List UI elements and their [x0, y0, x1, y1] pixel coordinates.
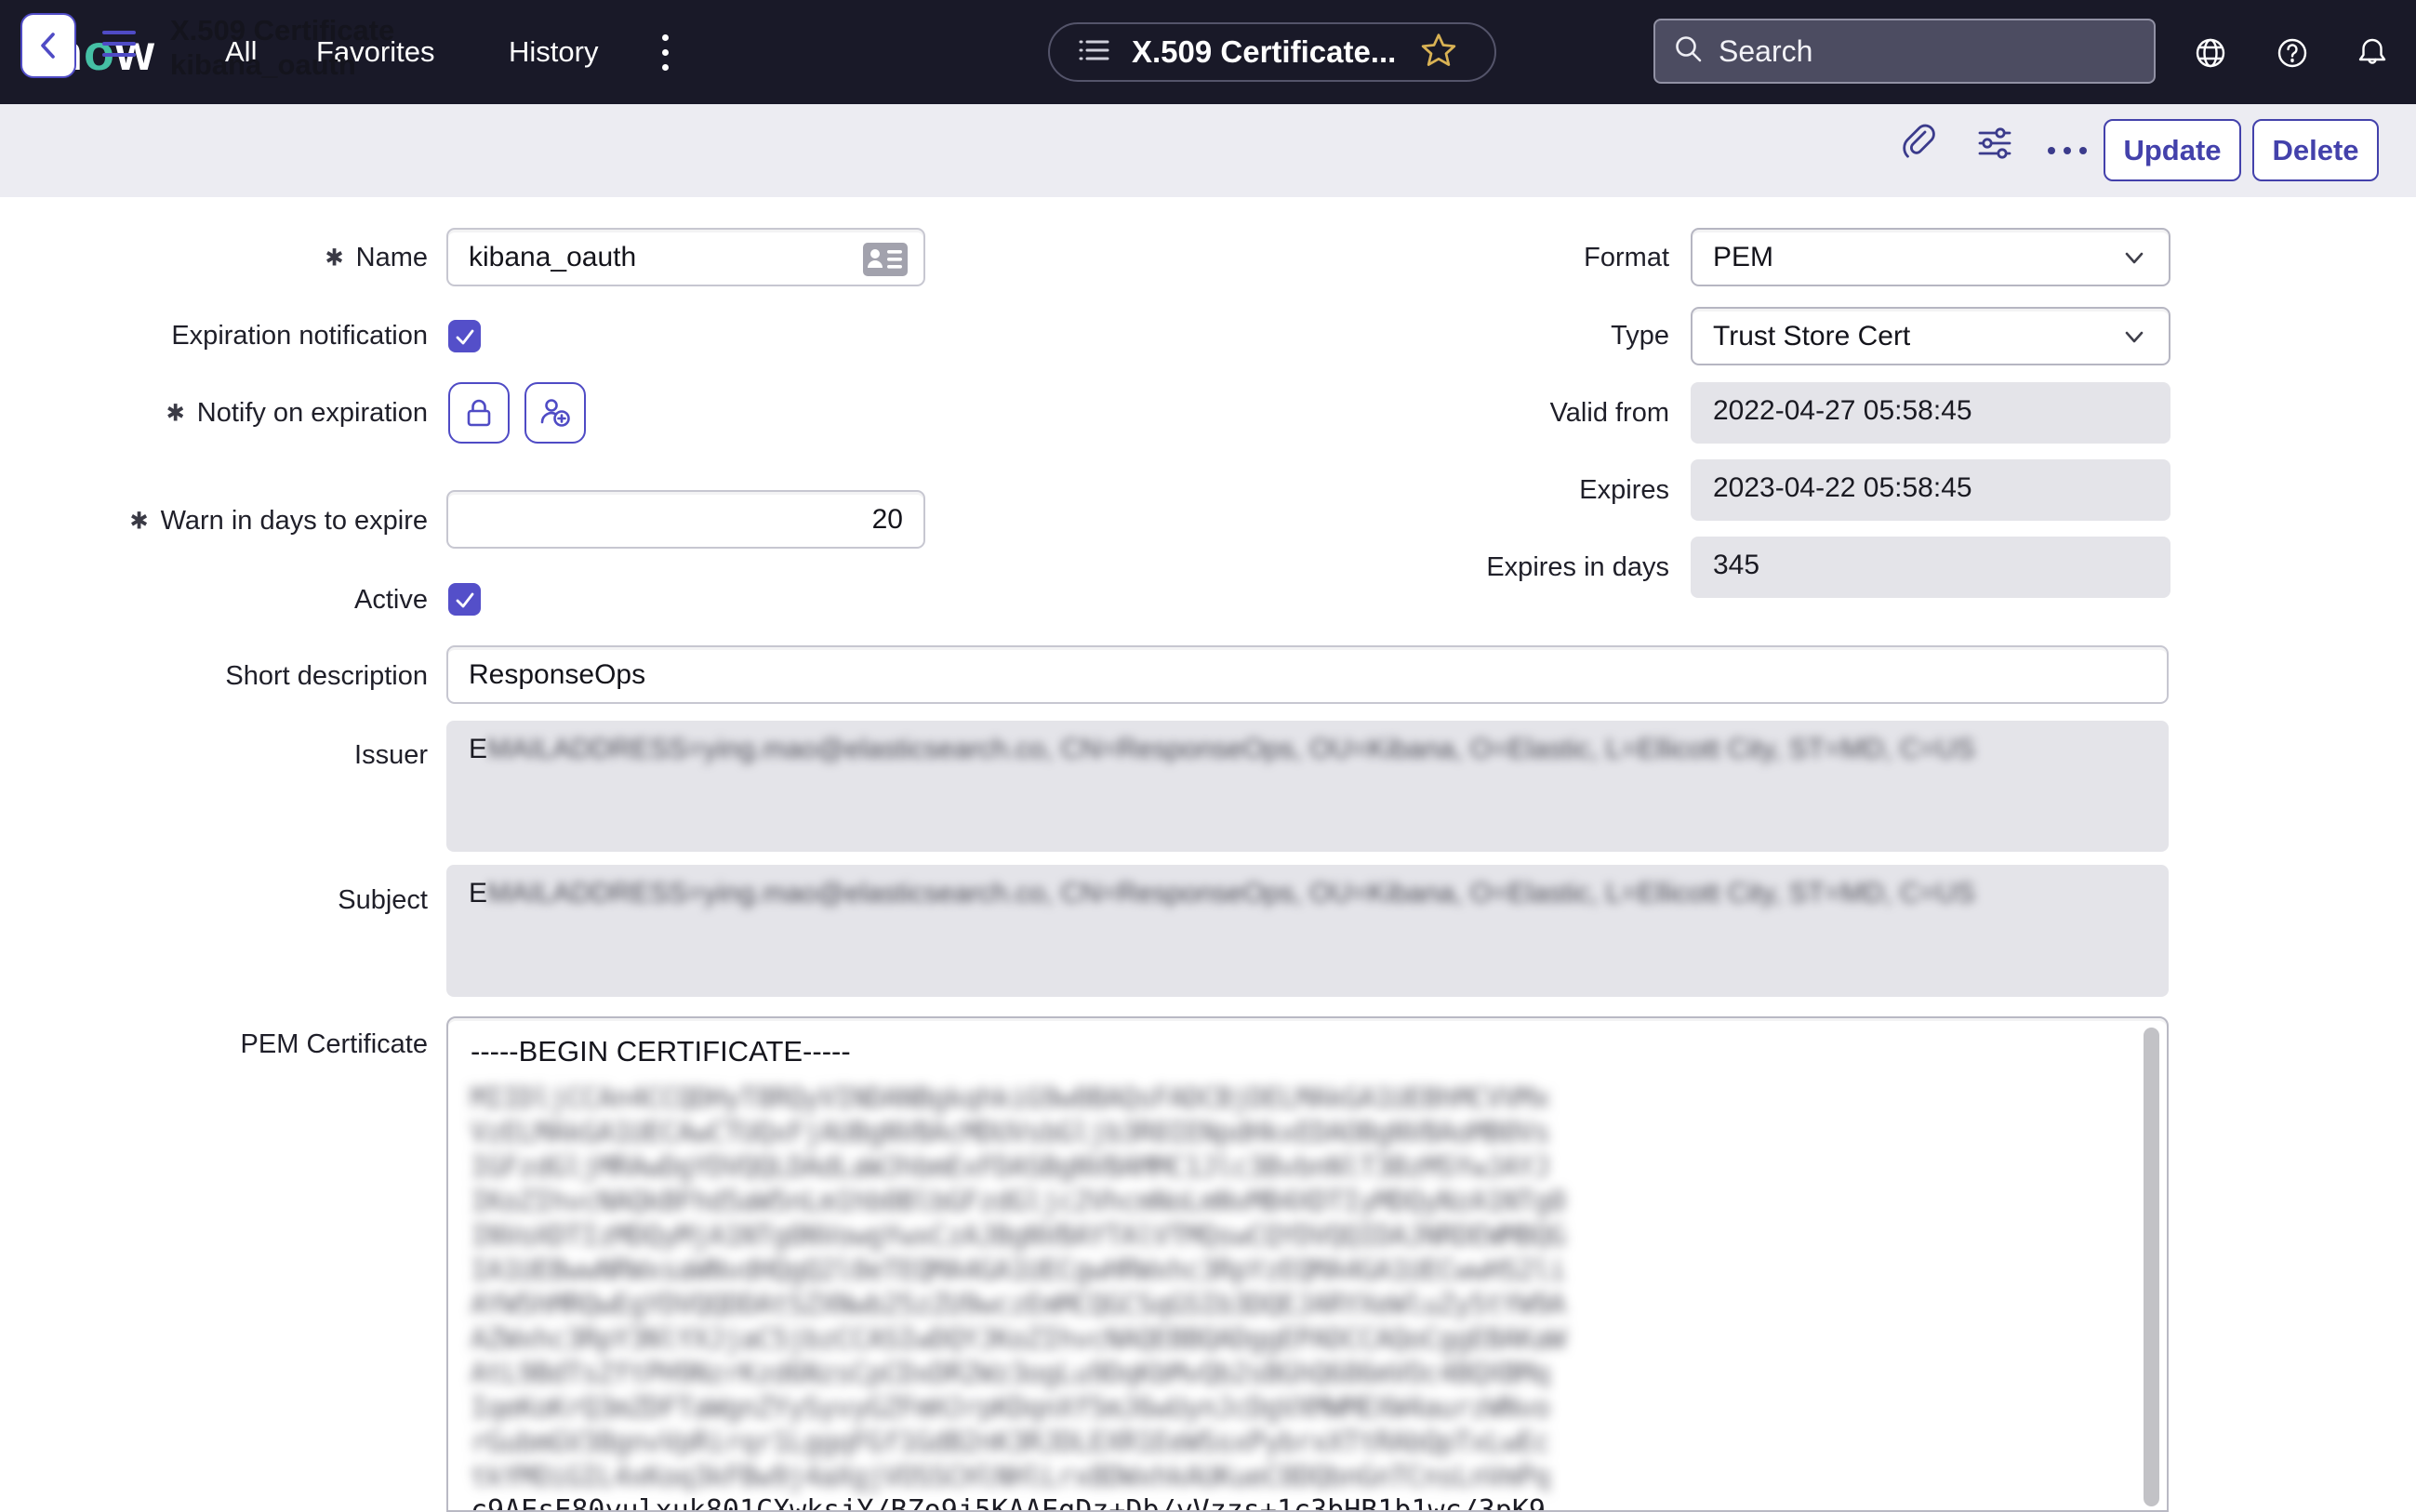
type-select[interactable]: Trust Store Cert: [1691, 307, 2170, 365]
warn-in-days-value: 20: [871, 503, 903, 535]
check-icon: [456, 329, 473, 344]
notify-add-user-button[interactable]: [524, 382, 586, 444]
issuer-visible-prefix: E: [469, 734, 488, 764]
back-button[interactable]: [20, 13, 76, 78]
format-select[interactable]: PEM: [1691, 228, 2170, 286]
type-value: Trust Store Cert: [1713, 320, 1911, 351]
pem-certificate-textarea[interactable]: -----BEGIN CERTIFICATE----- MIIDljCCAn4C…: [446, 1016, 2169, 1512]
pem-redacted-block: MIIDljCCAn4CCQDHyT8RQyVINDANBgkqhkiG9w0B…: [471, 1082, 1566, 1493]
pem-partial-last-line: c9AEsE80yulxuk801CXwksjY/BZo9j5KAAEgDz+D…: [471, 1494, 1546, 1512]
pem-certificate-label: PEM Certificate: [240, 1028, 428, 1059]
record-title-name: kibana_oauth: [170, 48, 356, 81]
active-label: Active: [354, 584, 428, 615]
valid-from-label: Valid from: [1549, 397, 1669, 428]
name-field[interactable]: kibana_oauth: [446, 228, 925, 286]
notify-on-expiration-label: Notify on expiration: [37, 393, 428, 432]
chevron-down-icon: [2125, 252, 2144, 263]
format-label: Format: [1584, 242, 1669, 272]
warn-in-days-field[interactable]: 20: [446, 490, 925, 549]
form-context-menu-icon[interactable]: [102, 31, 136, 57]
notifications-bell-icon[interactable]: [2353, 33, 2392, 73]
chevron-down-icon: [2125, 331, 2144, 342]
subject-field: E MAILADDRESS=ying.mao@elasticsearch.co, …: [446, 865, 2169, 997]
pem-scrollbar-thumb[interactable]: [2144, 1028, 2159, 1506]
record-list-icon: [1076, 32, 1113, 73]
more-actions-icon[interactable]: [2048, 104, 2087, 197]
valid-from-field: 2022-04-27 05:58:45: [1691, 382, 2170, 444]
context-record-label: X.509 Certificate...: [1132, 34, 1397, 69]
issuer-label: Issuer: [354, 739, 428, 770]
attachment-paperclip-icon[interactable]: [1897, 121, 1940, 164]
notify-lock-button[interactable]: [448, 382, 510, 444]
expiration-notification-checkbox[interactable]: [448, 320, 481, 352]
format-value: PEM: [1713, 241, 1774, 272]
subject-label: Subject: [338, 884, 428, 915]
search-icon: [1672, 33, 1706, 71]
active-checkbox[interactable]: [448, 583, 481, 616]
menu-history[interactable]: History: [509, 0, 598, 104]
short-description-label: Short description: [225, 660, 428, 691]
type-label: Type: [1611, 320, 1669, 351]
record-title-type: X.509 Certificate: [170, 14, 395, 46]
subject-redacted-value: MAILADDRESS=ying.mao@elasticsearch.co, C…: [487, 878, 1975, 909]
expires-field: 2023-04-22 05:58:45: [1691, 459, 2170, 521]
lock-icon: [467, 399, 491, 427]
context-record-pill[interactable]: X.509 Certificate...: [1048, 22, 1496, 82]
warn-in-days-label: Warn in days to expire: [37, 501, 428, 540]
favorite-star-icon[interactable]: [1420, 32, 1457, 73]
expires-in-days-label: Expires in days: [1486, 551, 1669, 582]
pem-begin-line: -----BEGIN CERTIFICATE-----: [471, 1035, 851, 1068]
chevron-left-icon: [41, 33, 55, 59]
name-label: Name: [37, 238, 428, 277]
update-button[interactable]: Update: [2104, 119, 2241, 181]
nav-more-menu-icon[interactable]: [662, 0, 669, 104]
expiration-notification-label: Expiration notification: [171, 320, 428, 351]
subject-visible-prefix: E: [469, 878, 488, 909]
expires-label: Expires: [1579, 474, 1669, 505]
reference-card-icon[interactable]: [862, 242, 909, 285]
name-value: kibana_oauth: [469, 241, 637, 272]
issuer-field: E MAILADDRESS=ying.mao@elasticsearch.co, …: [446, 721, 2169, 852]
person-plus-icon: [540, 399, 570, 427]
short-description-value: ResponseOps: [469, 658, 646, 690]
check-icon: [456, 592, 473, 607]
help-icon[interactable]: [2273, 33, 2312, 73]
personalize-form-sliders-icon[interactable]: [1973, 121, 2016, 164]
record-title: X.509 Certificate kibana_oauth: [170, 13, 394, 82]
delete-button[interactable]: Delete: [2252, 119, 2379, 181]
servicenow-record-page: now All Favorites History X.509 Certific…: [0, 0, 2416, 1512]
issuer-redacted-value: MAILADDRESS=ying.mao@elasticsearch.co, C…: [487, 734, 1975, 764]
globe-icon[interactable]: [2191, 33, 2230, 73]
global-search: [1653, 19, 2156, 84]
expires-in-days-field: 345: [1691, 537, 2170, 598]
short-description-field[interactable]: ResponseOps: [446, 645, 2169, 704]
search-input[interactable]: [1719, 33, 2137, 69]
